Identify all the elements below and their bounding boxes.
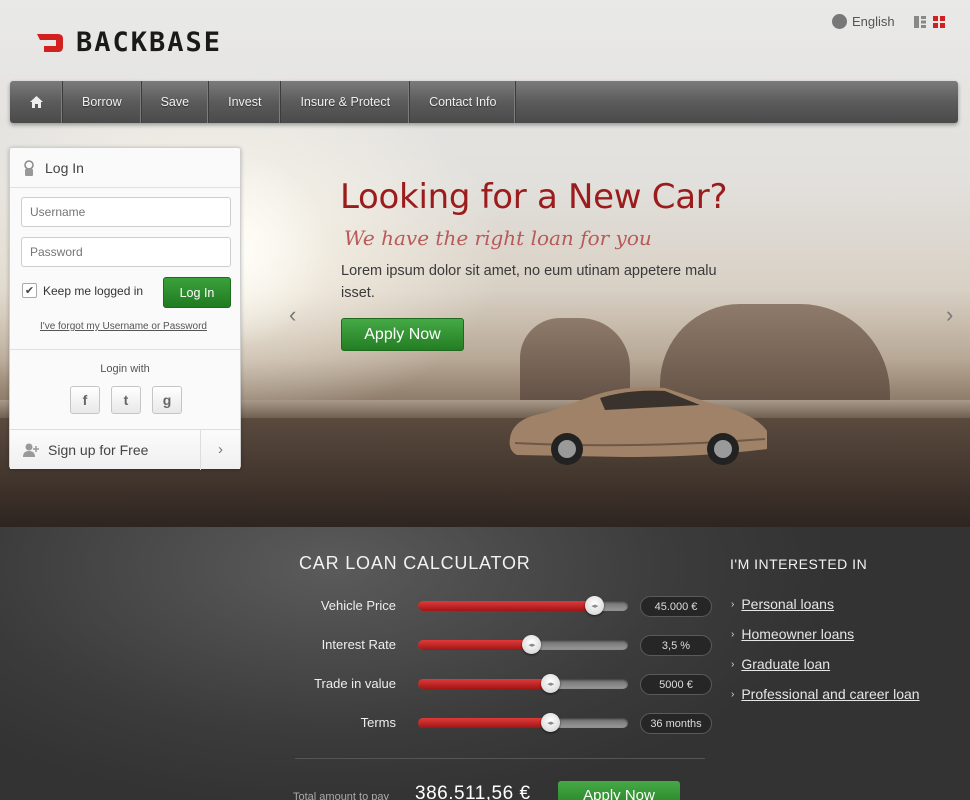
signup-link[interactable]: Sign up for Free (10, 442, 200, 458)
signup-label: Sign up for Free (48, 441, 149, 458)
carousel-next-icon[interactable]: › (946, 302, 953, 328)
nav-item-invest[interactable]: Invest (209, 81, 282, 123)
remember-checkbox[interactable]: ✔ (22, 283, 37, 298)
interest-link-label[interactable]: Homeowner loans (741, 626, 854, 642)
nav-item-insure-protect[interactable]: Insure & Protect (281, 81, 411, 123)
main-nav: Borrow Save Invest Insure & Protect Cont… (10, 81, 958, 123)
interest-rate-label: Interest Rate (321, 637, 396, 652)
language-selector[interactable]: English (832, 14, 895, 29)
chevron-right-icon: › (731, 658, 735, 670)
interested-in-title: I'M INTERESTED IN (730, 556, 868, 572)
view-toggles (914, 16, 945, 28)
login-with-label: Login with (100, 363, 150, 375)
nav-item-contact-info[interactable]: Contact Info (410, 81, 517, 123)
chevron-right-icon: › (731, 628, 735, 640)
google-icon[interactable]: g (152, 386, 182, 414)
hero-text: Lorem ipsum dolor sit amet, no eum utina… (341, 263, 717, 301)
interest-rate-value[interactable]: 3,5 % (640, 635, 712, 656)
terms-slider[interactable]: ◂▸ (418, 713, 628, 732)
list-view-icon[interactable] (914, 16, 926, 28)
interest-link-homeowner[interactable]: › Homeowner loans (731, 626, 854, 642)
grid-view-icon[interactable] (933, 16, 945, 28)
social-login: f t g (70, 386, 182, 414)
language-label: English (852, 14, 895, 29)
remember-me[interactable]: ✔ Keep me logged in (22, 283, 143, 298)
user-lock-icon (24, 159, 34, 176)
nav-item-borrow[interactable]: Borrow (63, 81, 142, 123)
divider (295, 758, 705, 759)
slider-fill (418, 679, 551, 689)
slider-fill (418, 601, 595, 611)
trade-in-label: Trade in value (314, 676, 396, 691)
forgot-credentials-link[interactable]: I've forgot my Username or Password (40, 321, 207, 332)
nav-home[interactable] (10, 81, 63, 123)
brand-logo[interactable]: BACKBASE (36, 27, 222, 58)
interest-link-graduate[interactable]: › Graduate loan (731, 656, 830, 672)
login-button[interactable]: Log In (163, 277, 231, 308)
terms-label: Terms (360, 715, 396, 730)
interest-link-professional[interactable]: › Professional and career loan (731, 686, 920, 702)
slider-fill (418, 640, 532, 650)
hero-title: Looking for a New Car? (340, 177, 728, 217)
twitter-icon[interactable]: t (111, 386, 141, 414)
password-input[interactable] (21, 237, 231, 267)
globe-icon (832, 14, 847, 29)
logo-mark-icon (37, 33, 63, 52)
interest-link-personal[interactable]: › Personal loans (731, 596, 834, 612)
vehicle-price-value[interactable]: 45.000 € (640, 596, 712, 617)
username-input[interactable] (21, 197, 231, 227)
calculator-apply-button[interactable]: Apply Now (558, 781, 680, 800)
hero-subtitle: We have the right loan for you (344, 226, 652, 250)
trade-in-value[interactable]: 5000 € (640, 674, 712, 695)
interest-rate-slider[interactable]: ◂▸ (418, 635, 628, 654)
vehicle-price-slider[interactable]: ◂▸ (418, 596, 628, 615)
trade-in-slider[interactable]: ◂▸ (418, 674, 628, 693)
brand-name: BACKBASE (76, 27, 223, 58)
remember-label: Keep me logged in (43, 283, 144, 298)
nav-item-save[interactable]: Save (142, 81, 210, 123)
chevron-right-icon: › (731, 688, 735, 700)
interest-link-label[interactable]: Graduate loan (741, 656, 830, 672)
facebook-icon[interactable]: f (70, 386, 100, 414)
interest-link-label[interactable]: Professional and career loan (741, 686, 919, 702)
interest-link-label[interactable]: Personal loans (741, 596, 834, 612)
calculator-title: CAR LOAN CALCULATOR (299, 553, 531, 573)
carousel-prev-icon[interactable]: ‹ (289, 302, 296, 328)
terms-value[interactable]: 36 months (640, 713, 712, 734)
add-user-icon (23, 443, 39, 457)
home-icon (29, 96, 43, 108)
hero-apply-button[interactable]: Apply Now (341, 318, 464, 351)
divider (10, 349, 240, 350)
chevron-right-icon[interactable]: › (200, 429, 240, 470)
total-value: 386.511,56 € (415, 783, 531, 800)
login-header: Log In (10, 148, 240, 188)
chevron-right-icon: › (731, 598, 735, 610)
slider-fill (418, 718, 551, 728)
login-title: Log In (45, 159, 84, 176)
vehicle-price-label: Vehicle Price (320, 598, 396, 613)
car-image (509, 387, 767, 465)
login-panel: Log In ✔ Keep me logged in Log In I've f… (9, 147, 241, 470)
signup-row[interactable]: Sign up for Free › (10, 429, 240, 470)
total-label: Total amount to pay (293, 791, 390, 800)
